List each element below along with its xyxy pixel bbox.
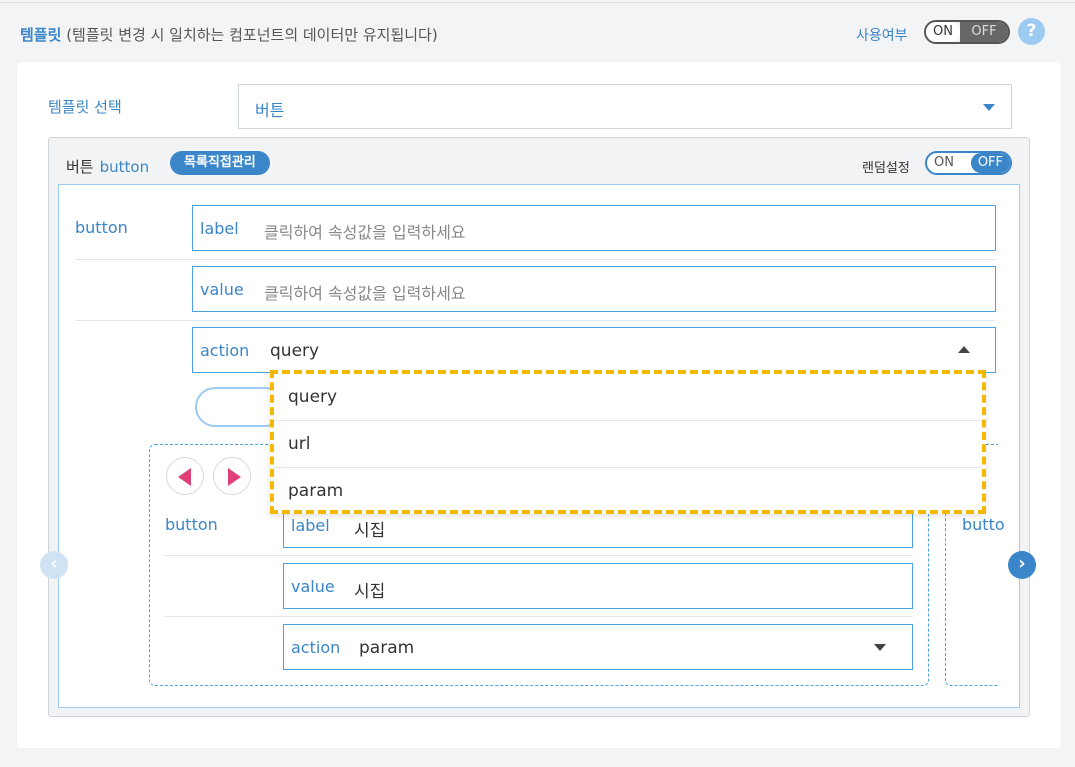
- help-icon[interactable]: ?: [1018, 18, 1045, 45]
- panel-title: 버튼 button: [66, 156, 149, 177]
- editor-row-label: button: [75, 218, 128, 237]
- random-toggle-off[interactable]: OFF: [970, 153, 1010, 173]
- arrow-right-icon: [228, 468, 241, 486]
- dropdown-option-url[interactable]: url: [274, 421, 982, 468]
- item-label-value: 시집: [354, 521, 386, 541]
- random-toggle[interactable]: ON OFF: [925, 151, 1012, 175]
- row-divider: [165, 555, 913, 556]
- item-action-value: param: [359, 638, 415, 658]
- section-title-note: (템플릿 변경 시 일치하는 컴포넌트의 데이터만 유지됩니다): [66, 26, 438, 44]
- template-select-value: 버튼: [255, 101, 285, 120]
- action-select[interactable]: action query: [192, 327, 996, 373]
- use-toggle-off[interactable]: OFF: [959, 22, 1008, 42]
- chevron-down-icon: [983, 104, 995, 111]
- use-toggle-label: 사용여부: [856, 28, 908, 44]
- action-dropdown-menu: query url param: [270, 370, 986, 514]
- template-select[interactable]: 버튼: [238, 84, 1012, 129]
- item-action-select[interactable]: action param: [283, 624, 913, 670]
- value-field[interactable]: value 클릭하여 속성값을 입력하세요: [192, 266, 996, 312]
- chevron-down-icon: [874, 644, 886, 651]
- prev-page-button[interactable]: ‹: [40, 551, 68, 579]
- row-divider: [75, 320, 995, 321]
- use-toggle[interactable]: ON OFF: [924, 20, 1010, 44]
- random-toggle-on[interactable]: ON: [927, 153, 961, 173]
- label-field-key: label: [200, 219, 239, 238]
- arrow-left-icon: [178, 468, 191, 486]
- dropdown-option-query[interactable]: query: [274, 374, 982, 421]
- move-left-button[interactable]: [166, 457, 204, 495]
- item-value-key: value: [291, 577, 335, 596]
- random-toggle-label: 랜덤설정: [862, 161, 910, 176]
- item-row-label: button: [165, 515, 218, 534]
- top-divider: [0, 2, 1075, 3]
- dropdown-option-label: url: [288, 434, 311, 454]
- dropdown-option-param[interactable]: param: [274, 468, 982, 515]
- item-action-key: action: [291, 638, 341, 657]
- use-toggle-on[interactable]: ON: [926, 22, 960, 42]
- dropdown-option-label: query: [288, 387, 338, 407]
- dropdown-option-label: param: [288, 481, 344, 501]
- panel-title-en: button: [99, 158, 150, 176]
- item-label-key: label: [291, 516, 330, 535]
- next-page-button[interactable]: ›: [1008, 551, 1036, 579]
- item-value-value: 시집: [354, 582, 386, 602]
- direct-manage-badge[interactable]: 목록직접관리: [170, 151, 270, 175]
- panel-title-ko: 버튼: [66, 158, 94, 176]
- item-value-field[interactable]: value 시집: [283, 563, 913, 609]
- row-divider: [165, 616, 913, 617]
- section-title-main: 템플릿: [20, 26, 62, 44]
- template-select-label: 템플릿 선택: [48, 98, 122, 116]
- label-field[interactable]: label 클릭하여 속성값을 입력하세요: [192, 205, 996, 251]
- label-field-placeholder: 클릭하여 속성값을 입력하세요: [264, 223, 466, 242]
- move-right-button[interactable]: [213, 457, 251, 495]
- action-select-value: query: [270, 341, 320, 361]
- next-item-row-label: butto: [962, 515, 1005, 534]
- value-field-key: value: [200, 280, 244, 299]
- action-select-key: action: [200, 341, 250, 360]
- chevron-up-icon: [958, 346, 970, 353]
- row-divider: [75, 259, 995, 260]
- section-title: 템플릿 (템플릿 변경 시 일치하는 컴포넌트의 데이터만 유지됩니다): [20, 24, 438, 45]
- value-field-placeholder: 클릭하여 속성값을 입력하세요: [264, 284, 466, 303]
